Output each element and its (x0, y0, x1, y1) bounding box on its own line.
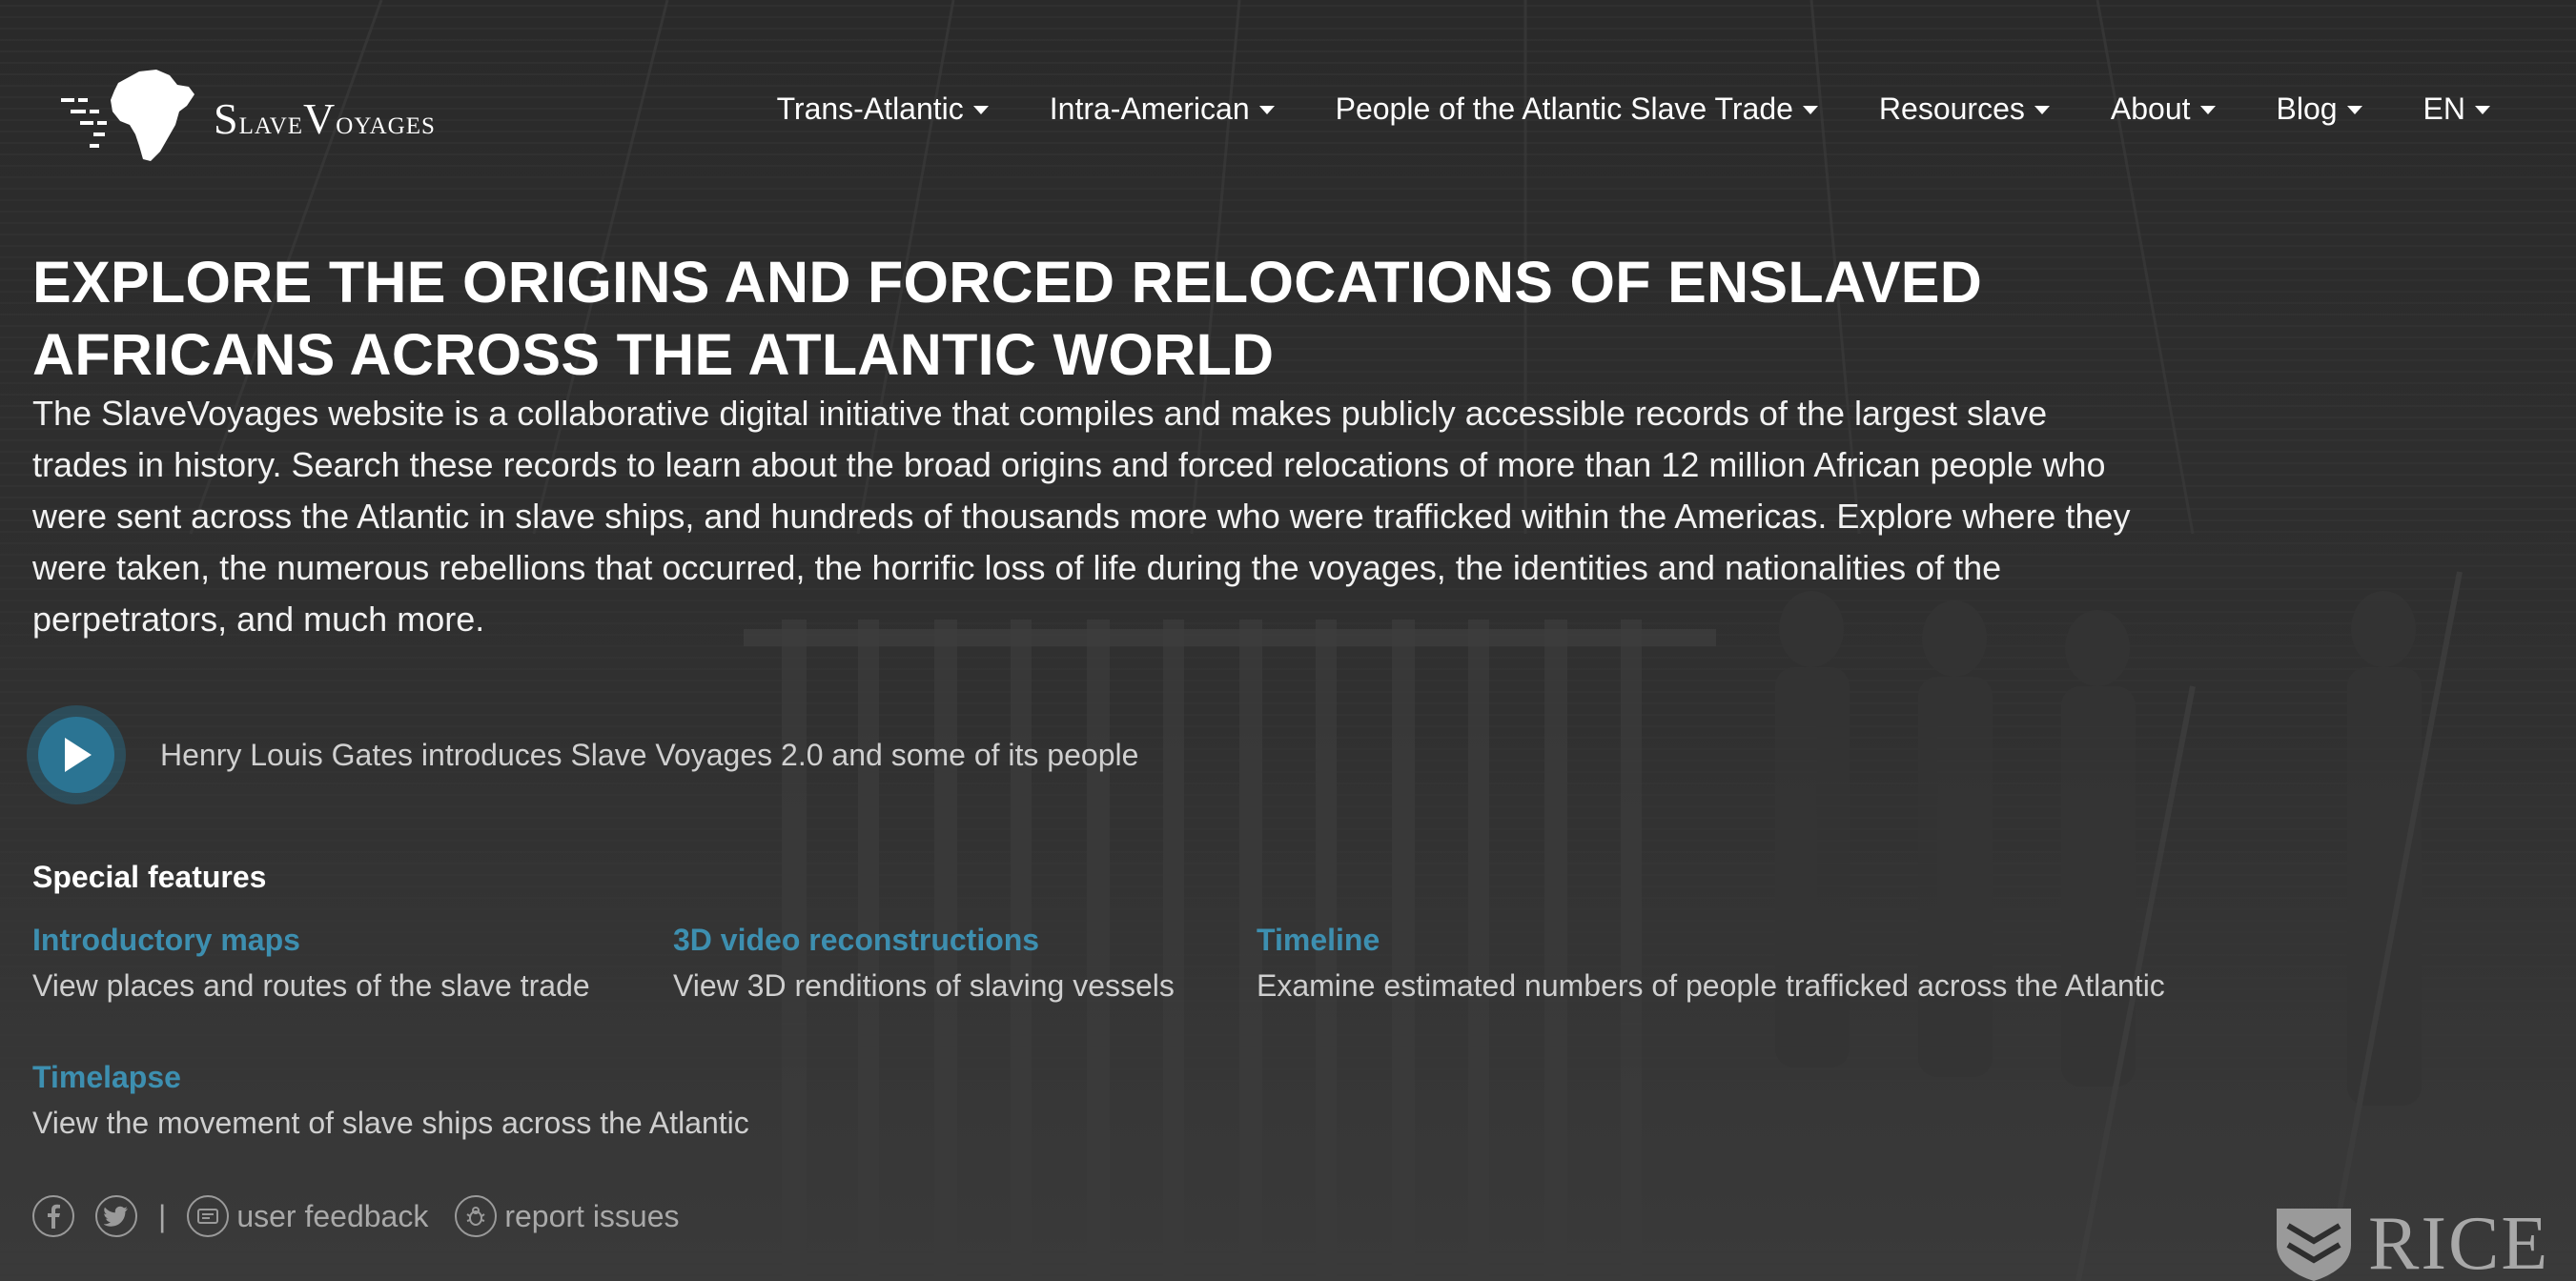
footer-separator: | (158, 1198, 167, 1233)
twitter-icon[interactable] (95, 1195, 137, 1237)
report-issues-link[interactable]: report issues (455, 1195, 680, 1237)
nav-resources[interactable]: Resources (1879, 92, 2050, 127)
nav-language[interactable]: EN (2423, 92, 2490, 127)
nav-label: Intra-American (1049, 92, 1250, 126)
feature-description: Examine estimated numbers of people traf… (1257, 968, 2165, 1003)
nav-blog[interactable]: Blog (2277, 92, 2362, 127)
caret-down-icon (1802, 106, 1818, 114)
feedback-icon (187, 1195, 230, 1237)
user-feedback-label: user feedback (236, 1198, 429, 1233)
feature-link[interactable]: 3D video reconstructions (673, 921, 1175, 959)
main-nav: Trans-Atlantic Intra-American People of … (716, 92, 2490, 127)
hero-title: Explore the origins and forced relocatio… (32, 250, 1983, 387)
play-icon (65, 738, 92, 772)
feature-description: View the movement of slave ships across … (32, 1106, 749, 1140)
intro-video: Henry Louis Gates introduces Slave Voyag… (27, 705, 1138, 804)
special-features-heading: Special features (32, 860, 267, 894)
caret-down-icon (2475, 106, 2490, 114)
rice-wordmark: RICE (2368, 1202, 2550, 1281)
feature-3d-video: 3D video reconstructions View 3D renditi… (673, 921, 1175, 1005)
caret-down-icon (2346, 106, 2362, 114)
caret-down-icon (972, 106, 989, 114)
nav-label: Resources (1878, 92, 2025, 126)
africa-logo-icon (61, 70, 194, 161)
facebook-icon[interactable] (32, 1195, 74, 1237)
feature-timelapse: Timelapse View the movement of slave shi… (32, 1058, 749, 1142)
play-video-button[interactable] (27, 705, 126, 804)
feature-introductory-maps: Introductory maps View places and routes… (32, 921, 590, 1005)
site-name: SlaveVoyages (214, 93, 436, 143)
play-button-inner (38, 717, 114, 793)
feature-link[interactable]: Timeline (1257, 921, 2165, 959)
hero-description: The SlaveVoyages website is a collaborat… (32, 394, 2131, 639)
nav-label: Blog (2276, 92, 2338, 126)
feature-description: View places and routes of the slave trad… (32, 968, 590, 1003)
feature-timeline: Timeline Examine estimated numbers of pe… (1257, 921, 2165, 1005)
feature-description: View 3D renditions of slaving vessels (673, 968, 1175, 1003)
nav-label: People of the Atlantic Slave Trade (1335, 92, 1793, 126)
bug-icon (455, 1195, 498, 1237)
report-issues-label: report issues (504, 1198, 680, 1233)
user-feedback-link[interactable]: user feedback (187, 1195, 428, 1237)
caret-down-icon (2034, 106, 2050, 114)
nav-label: Trans-Atlantic (776, 92, 964, 126)
video-caption[interactable]: Henry Louis Gates introduces Slave Voyag… (160, 738, 1138, 773)
caret-down-icon (2199, 106, 2216, 114)
nav-trans-atlantic[interactable]: Trans-Atlantic (777, 92, 989, 127)
feature-link[interactable]: Timelapse (32, 1058, 749, 1096)
nav-label: EN (2423, 92, 2465, 126)
nav-intra-american[interactable]: Intra-American (1050, 92, 1275, 127)
nav-label: About (2110, 92, 2191, 126)
footer-links: | user feedback report issues (32, 1195, 680, 1237)
feature-link[interactable]: Introductory maps (32, 921, 590, 959)
caret-down-icon (1258, 106, 1275, 114)
nav-people[interactable]: People of the Atlantic Slave Trade (1336, 92, 1818, 127)
rice-shield-icon (2277, 1209, 2351, 1281)
nav-about[interactable]: About (2111, 92, 2216, 127)
site-logo[interactable]: SlaveVoyages (61, 63, 461, 168)
rice-logo[interactable]: RICE (2273, 1202, 2550, 1281)
